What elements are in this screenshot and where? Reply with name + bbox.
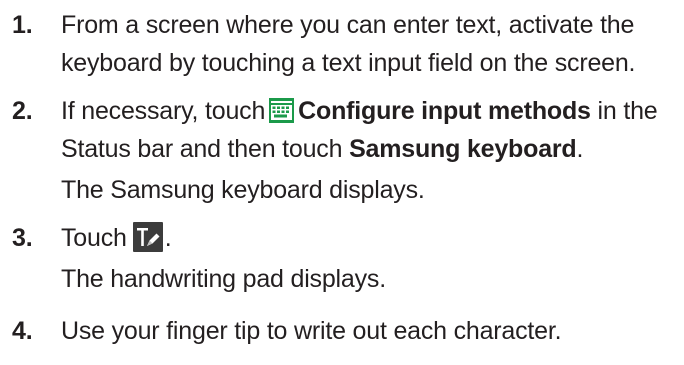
step-text: in the xyxy=(597,97,658,125)
step-text: . xyxy=(164,224,172,252)
step-text-line: Status bar and then touch Samsung keyboa… xyxy=(61,130,680,168)
step-text-line: Use your finger tip to write out each ch… xyxy=(61,317,562,345)
instruction-steps: 1. From a screen where you can enter tex… xyxy=(12,6,680,350)
keyboard-icon xyxy=(269,98,295,123)
step-text-line: keyboard by touching a text input field … xyxy=(61,49,636,77)
samsung-keyboard-label: Samsung keyboard xyxy=(349,135,577,163)
step-4: 4. Use your finger tip to write out each… xyxy=(12,312,680,350)
step-1: 1. From a screen where you can enter tex… xyxy=(12,6,680,82)
step-number: 3. xyxy=(12,224,33,252)
step-number: 1. xyxy=(12,11,33,39)
step-text-line: From a screen where you can enter text, … xyxy=(61,11,635,39)
step-text-line: Touch . xyxy=(61,219,680,257)
step-result: The Samsung keyboard displays. xyxy=(61,176,425,204)
configure-input-methods-label: Configure input methods xyxy=(298,97,591,125)
step-2: 2. If necessary, touch Configure input m… xyxy=(12,92,680,209)
step-text-line: If necessary, touch Configure input meth… xyxy=(61,92,680,130)
step-number: 4. xyxy=(12,317,33,345)
step-result: The handwriting pad displays. xyxy=(61,265,386,293)
step-text: Status bar and then touch xyxy=(61,135,343,163)
step-text: . xyxy=(576,135,584,163)
step-3: 3. Touch . The handwriting pad displays. xyxy=(12,219,680,298)
step-number: 2. xyxy=(12,97,33,125)
step-text: Touch xyxy=(61,224,127,252)
step-text: If necessary, touch xyxy=(61,97,266,125)
handwriting-icon xyxy=(132,222,163,252)
